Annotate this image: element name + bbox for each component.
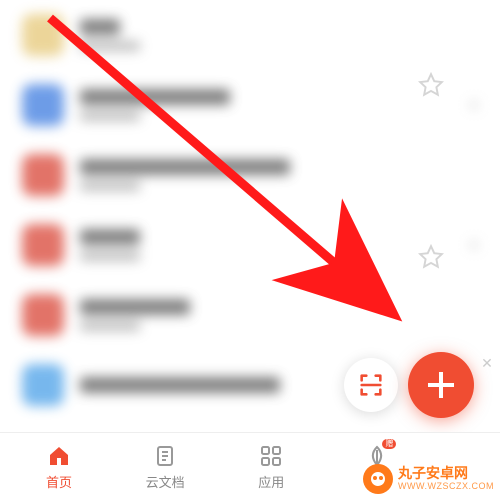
file-type-icon xyxy=(22,364,64,406)
watermark-url: WWW.WZSCZX.COM xyxy=(398,482,494,492)
file-type-icon xyxy=(22,224,64,266)
nav-label: 应用 xyxy=(258,472,284,491)
file-title xyxy=(80,19,120,35)
watermark-title: 丸子安卓网 xyxy=(398,466,494,481)
file-title xyxy=(80,89,230,105)
file-meta xyxy=(80,41,140,51)
file-title xyxy=(80,159,290,175)
nav-apps[interactable]: 应用 xyxy=(218,443,324,491)
nav-cloud[interactable]: 云文档 xyxy=(112,443,218,491)
watermark: 丸子安卓网 WWW.WZSCZX.COM xyxy=(363,464,494,494)
file-title xyxy=(80,299,190,315)
scan-button[interactable] xyxy=(344,358,398,412)
apps-icon xyxy=(258,443,284,469)
file-type-icon xyxy=(22,14,64,56)
file-type-icon xyxy=(22,84,64,126)
nav-label: 云文档 xyxy=(146,472,185,491)
star-icon[interactable] xyxy=(418,72,444,98)
file-row[interactable] xyxy=(0,280,500,350)
watermark-logo-icon xyxy=(363,464,393,494)
home-icon xyxy=(46,443,72,469)
file-meta xyxy=(80,111,140,121)
file-title xyxy=(80,377,280,393)
file-type-icon xyxy=(22,294,64,336)
close-icon[interactable]: ✕ xyxy=(480,356,494,370)
file-meta xyxy=(80,251,140,261)
nav-badge: 赠 xyxy=(382,439,396,449)
file-title xyxy=(80,229,140,245)
nav-label: 首页 xyxy=(46,472,72,491)
scan-icon xyxy=(357,371,385,399)
plus-icon xyxy=(428,372,454,398)
file-meta xyxy=(80,181,140,191)
nav-home[interactable]: 首页 xyxy=(6,443,112,491)
file-meta xyxy=(80,321,140,331)
document-icon xyxy=(152,443,178,469)
file-row[interactable] xyxy=(0,0,500,70)
add-button[interactable] xyxy=(408,352,474,418)
file-type-icon xyxy=(22,154,64,196)
file-row[interactable] xyxy=(0,140,500,210)
star-icon[interactable] xyxy=(418,244,444,270)
